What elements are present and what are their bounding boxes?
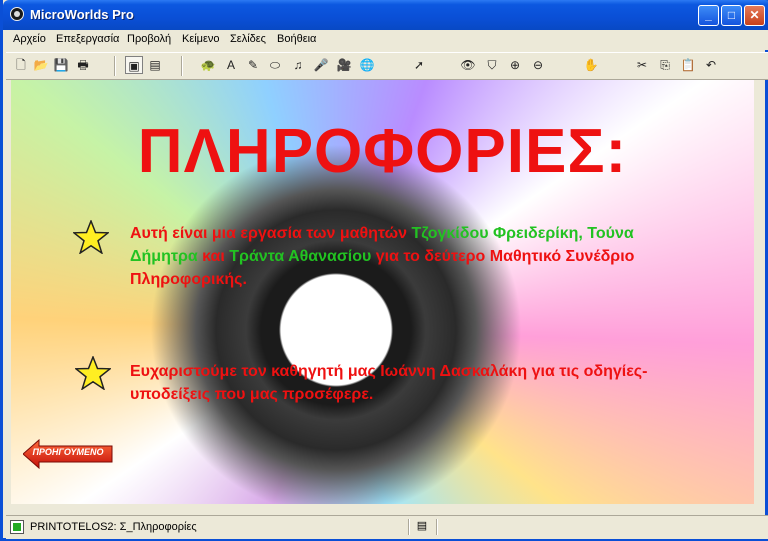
- toolbar-separator: [114, 56, 116, 76]
- authors-text-1: Αυτή είναι μια εργασία των μαθητών: [130, 225, 412, 242]
- video-icon[interactable]: 🎥: [335, 56, 353, 74]
- toolbar-separator: [181, 56, 183, 76]
- menu-edit[interactable]: Επεξεργασία: [56, 33, 119, 45]
- button-icon[interactable]: ⬭: [266, 56, 284, 74]
- status-separator: [436, 519, 438, 535]
- menu-help[interactable]: Βοήθεια: [277, 33, 316, 45]
- zoom-out-icon[interactable]: ⊖: [529, 56, 547, 74]
- student-names-2: Τράντα Αθανασίου: [229, 248, 372, 265]
- text-icon[interactable]: A: [222, 56, 240, 74]
- save-icon[interactable]: 💾: [52, 56, 70, 74]
- new-page-icon[interactable]: 🗋: [12, 56, 30, 74]
- procedures-icon[interactable]: ▤: [415, 519, 429, 533]
- shape-center-icon[interactable]: ▣: [125, 56, 143, 74]
- music-icon[interactable]: ♫: [289, 56, 307, 74]
- window-title: MicroWorlds Pro: [30, 7, 134, 22]
- menu-view[interactable]: Προβολή: [127, 33, 171, 45]
- copy-icon[interactable]: ⎘: [656, 56, 674, 74]
- thanks-paragraph: Ευχαριστούμε τον καθηγητή μας Ιωάννη Δασ…: [130, 363, 648, 403]
- star-icon: [73, 220, 109, 254]
- status-bar: PRINTOTELOS2: Σ_Πληροφορίες ▤: [6, 515, 768, 539]
- star-icon: [75, 356, 111, 390]
- authors-paragraph: Αυτή είναι μια εργασία των μαθητών Τζογκ…: [130, 222, 690, 291]
- paste-icon[interactable]: 📋: [679, 56, 697, 74]
- undo-icon[interactable]: ↶: [702, 56, 720, 74]
- status-page-name: PRINTOTELOS2: Σ_Πληροφορίες: [30, 521, 197, 533]
- pointer-icon[interactable]: ➚: [410, 56, 428, 74]
- status-separator: [408, 519, 410, 535]
- menu-file[interactable]: Αρχείο: [13, 33, 46, 45]
- microworlds-app-icon: [10, 7, 24, 21]
- title-bar[interactable]: MicroWorlds Pro _ □ ✕: [3, 0, 768, 30]
- stamp-icon[interactable]: ⛉: [483, 56, 501, 74]
- paint-icon[interactable]: ✎: [244, 56, 262, 74]
- menu-pages[interactable]: Σελίδες: [230, 33, 266, 45]
- eye-icon[interactable]: 👁: [459, 56, 477, 74]
- stop-hand-icon[interactable]: ✋: [582, 56, 600, 74]
- scissors-icon[interactable]: ✂: [633, 56, 651, 74]
- close-button[interactable]: ✕: [744, 5, 765, 26]
- maximize-button[interactable]: □: [721, 5, 742, 26]
- open-icon[interactable]: 📂: [32, 56, 50, 74]
- network-icon[interactable]: 🌐: [358, 56, 376, 74]
- sound-icon[interactable]: 🎤: [312, 56, 330, 74]
- turtle-icon[interactable]: 🐢: [199, 56, 217, 74]
- text-box-tool-icon[interactable]: ▤: [146, 56, 164, 74]
- zoom-in-icon[interactable]: ⊕: [506, 56, 524, 74]
- project-page[interactable]: ΠΛΗΡΟΦΟΡΙΕΣ: Αυτή είναι μια εργασία των …: [11, 80, 754, 504]
- authors-text-2: και: [197, 248, 230, 265]
- menu-bar: Αρχείο Επεξεργασία Προβολή Κείμενο Σελίδ…: [6, 30, 768, 50]
- project-icon: [10, 520, 24, 534]
- app-window: MicroWorlds Pro _ □ ✕ Αρχείο Επεξεργασία…: [0, 0, 768, 541]
- minimize-button[interactable]: _: [698, 5, 719, 26]
- toolbar: 🗋 📂 💾 🖶 ▣ ▤ 🐢 A ✎ ⬭ ♫ 🎤 🎥 🌐 ➚ 👁 ⛉ ⊕ ⊖ ✋ …: [6, 52, 768, 80]
- print-icon[interactable]: 🖶: [74, 56, 92, 74]
- previous-button-label: ΠΡΟΗΓΟΥΜΕΝΟ: [32, 447, 104, 457]
- menu-text[interactable]: Κείμενο: [182, 33, 220, 45]
- page-title: ΠΛΗΡΟΦΟΡΙΕΣ:: [137, 117, 628, 186]
